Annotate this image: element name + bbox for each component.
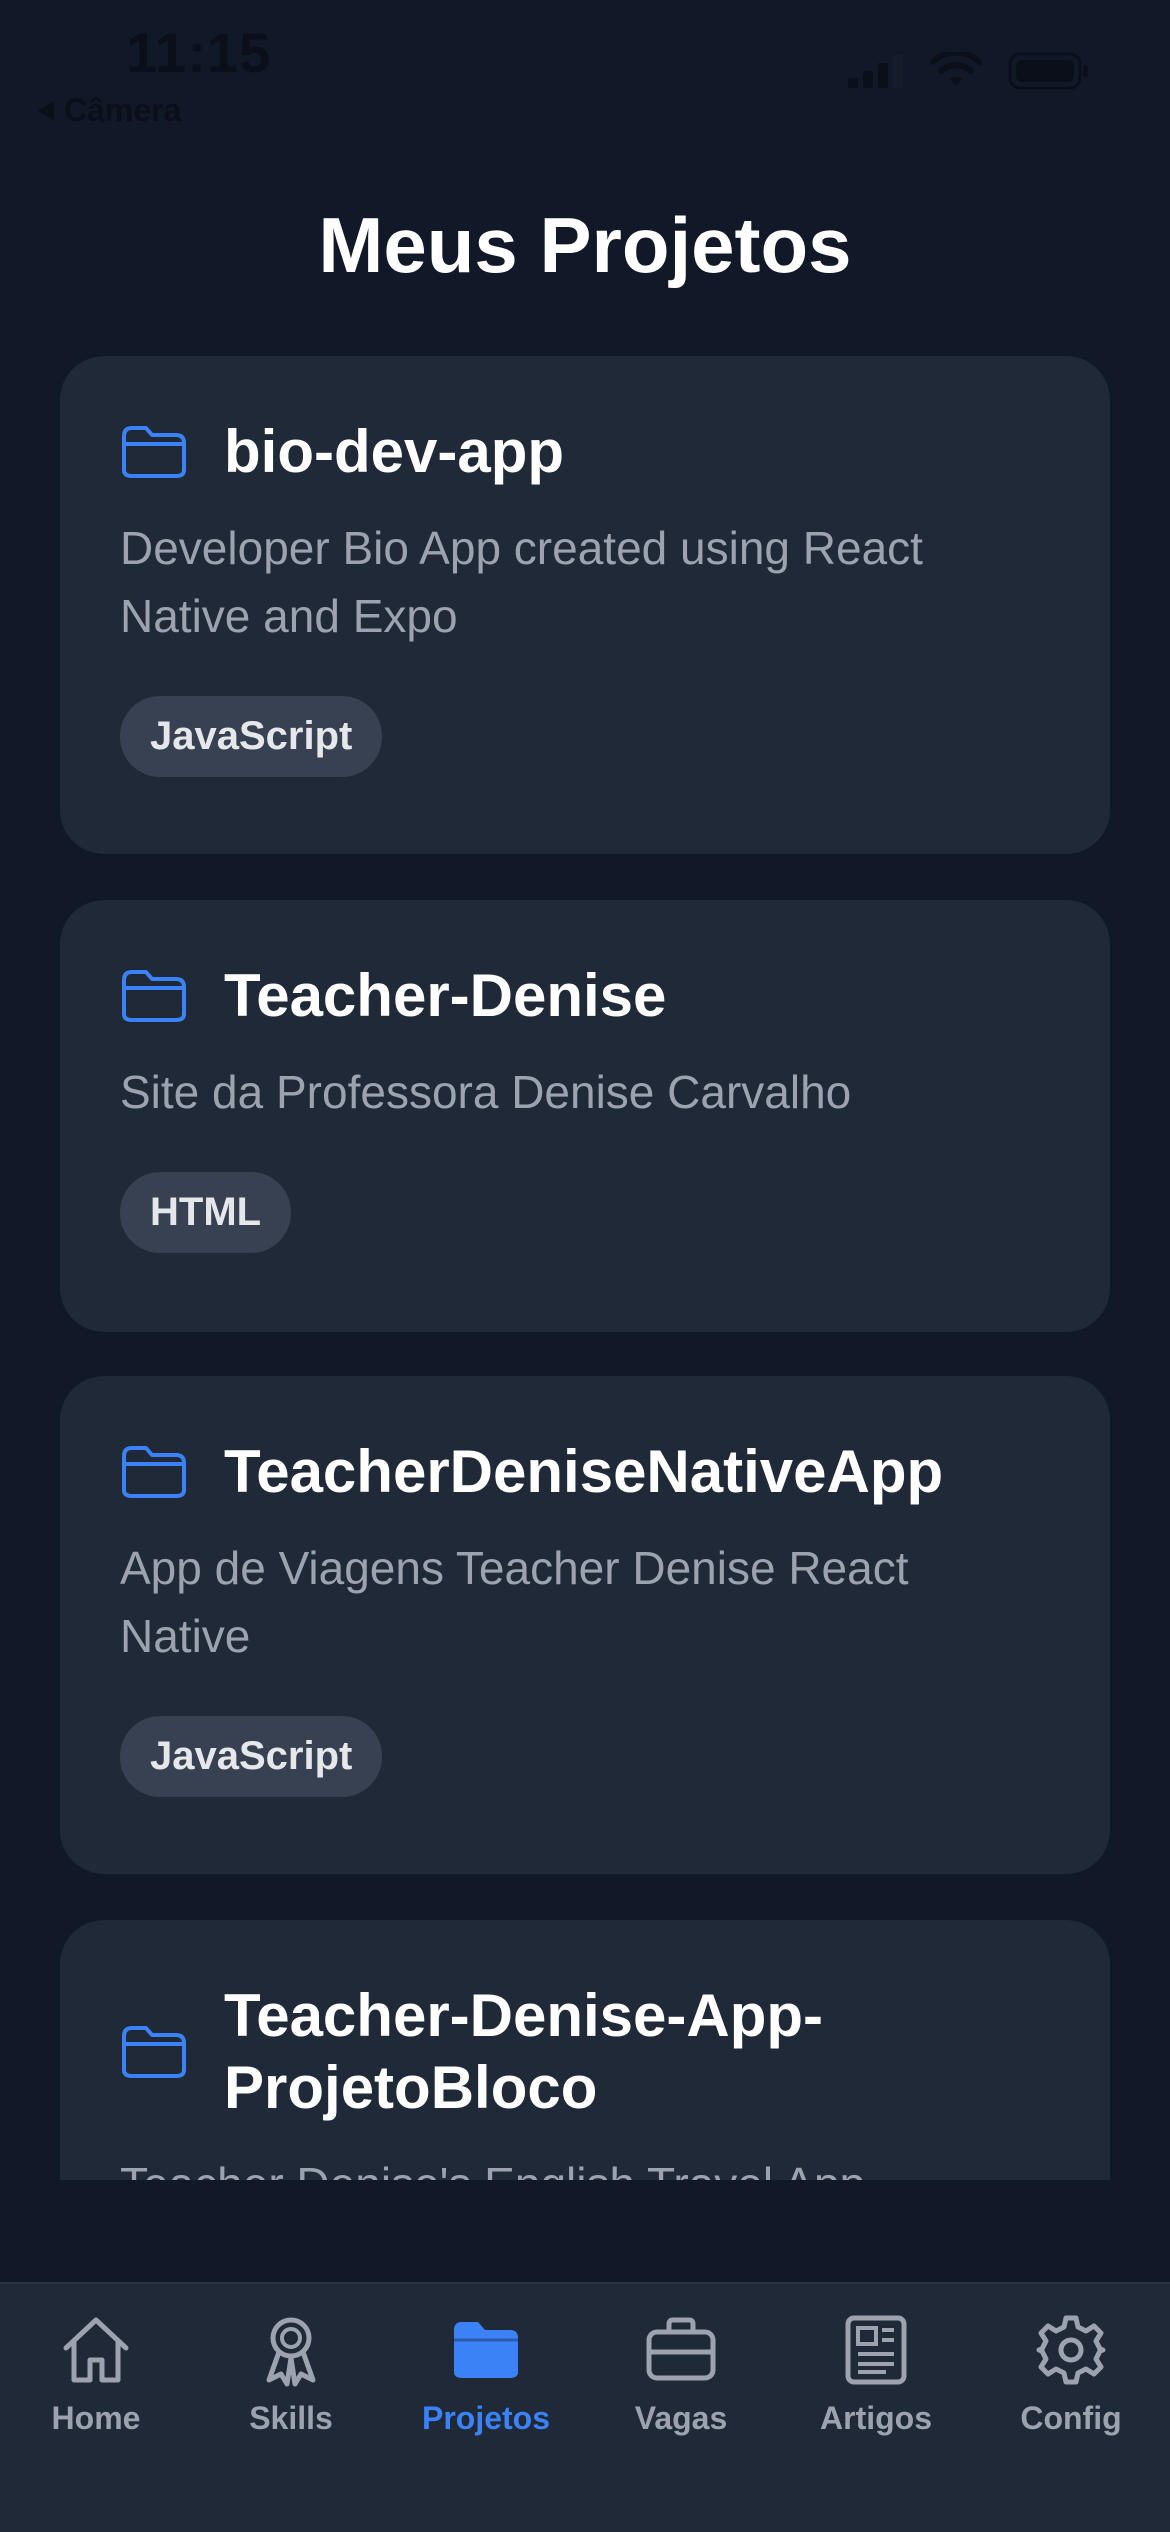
- back-triangle-icon: [38, 100, 54, 121]
- project-card-header: TeacherDeniseNativeApp: [120, 1436, 1050, 1508]
- project-description: App de Viagens Teacher Denise React Nati…: [120, 1542, 909, 1662]
- page-title: Meus Projetos: [318, 201, 852, 289]
- back-to-camera-link[interactable]: Câmera: [36, 92, 181, 129]
- project-card[interactable]: bio-dev-app Developer Bio App created us…: [60, 356, 1110, 854]
- tab-label: Vagas: [634, 2400, 728, 2436]
- back-label: Câmera: [64, 92, 182, 128]
- wifi-icon: [930, 52, 982, 86]
- tab-label: Projetos: [421, 2400, 551, 2436]
- tab-label: Skills: [249, 2400, 333, 2436]
- project-card[interactable]: Teacher-Denise Site da Professora Denise…: [60, 900, 1110, 1332]
- award-icon: [266, 2317, 316, 2387]
- project-name: TeacherDeniseNativeApp: [224, 1438, 944, 1505]
- project-name: Teacher-Denise: [224, 962, 667, 1029]
- project-description: Developer Bio App created using React Na…: [120, 522, 923, 642]
- status-time: 11:15: [126, 21, 272, 84]
- language-badge: JavaScript: [120, 1716, 383, 1797]
- project-name: Teacher-Denise-App-ProjetoBloco: [224, 1982, 824, 2121]
- battery-icon: [1008, 52, 1088, 90]
- folder-icon: [122, 426, 186, 478]
- tab-vagas[interactable]: Vagas: [591, 2312, 771, 2437]
- folder-icon: [454, 2322, 518, 2378]
- tab-label: Artigos: [820, 2400, 932, 2436]
- tab-label: Home: [51, 2400, 141, 2436]
- tab-projetos[interactable]: Projetos: [396, 2312, 576, 2437]
- newspaper-icon: [845, 2315, 907, 2385]
- project-list[interactable]: bio-dev-app Developer Bio App created us…: [0, 356, 1170, 2180]
- project-card-header: bio-dev-app: [120, 416, 1050, 488]
- status-bar: 11:15 Câmera: [0, 0, 1170, 140]
- project-card-header: Teacher-Denise-App-ProjetoBloco: [120, 1980, 1050, 2124]
- language-badge: JavaScript: [120, 696, 383, 777]
- status-icons: [848, 52, 1090, 90]
- project-card[interactable]: Teacher-Denise-App-ProjetoBloco Teacher …: [60, 1920, 1110, 2180]
- folder-icon: [122, 1446, 186, 1498]
- tab-skills[interactable]: Skills: [201, 2312, 381, 2437]
- project-name: bio-dev-app: [224, 418, 564, 485]
- tab-artigos[interactable]: Artigos: [786, 2312, 966, 2437]
- gear-icon: [1036, 2315, 1106, 2385]
- home-icon: [63, 2317, 129, 2383]
- tab-bar: Home Skills Projetos Vagas Artigos Confi…: [0, 2282, 1170, 2532]
- project-card-header: Teacher-Denise: [120, 960, 1050, 1032]
- tab-label: Config: [1020, 2400, 1122, 2436]
- language-badge: HTML: [120, 1172, 292, 1253]
- cellular-signal-icon: [848, 55, 903, 88]
- folder-icon: [122, 2026, 186, 2078]
- project-card[interactable]: TeacherDeniseNativeApp App de Viagens Te…: [60, 1376, 1110, 1874]
- briefcase-icon: [646, 2317, 716, 2381]
- folder-icon: [122, 970, 186, 1022]
- project-description: Site da Professora Denise Carvalho: [120, 1066, 852, 1118]
- tab-config[interactable]: Config: [981, 2312, 1161, 2437]
- project-description: Teacher Denise's English Travel App: [120, 2150, 1050, 2180]
- tab-home[interactable]: Home: [6, 2312, 186, 2437]
